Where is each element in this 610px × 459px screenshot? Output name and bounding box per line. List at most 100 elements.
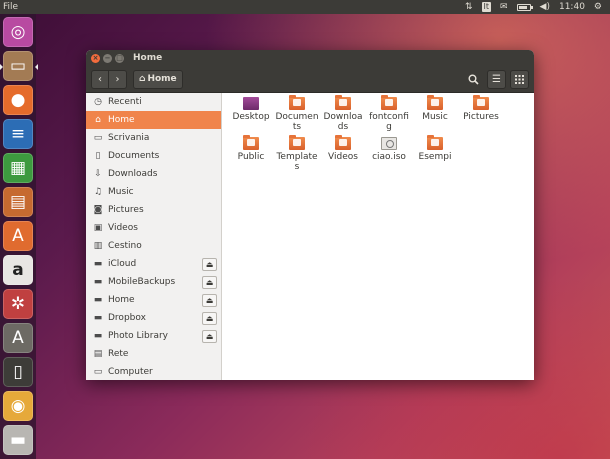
sidebar-item-recenti[interactable]: ◷ Recenti bbox=[86, 93, 221, 111]
title-bar[interactable]: × − □ Home bbox=[86, 50, 534, 66]
grid-icon bbox=[515, 74, 524, 84]
power-gear-icon[interactable]: ⚙ bbox=[594, 1, 602, 13]
file-item[interactable]: fontconfig bbox=[367, 95, 411, 132]
launcher-software-center-button[interactable]: A bbox=[3, 221, 33, 251]
forward-button[interactable]: › bbox=[109, 69, 127, 89]
launcher-ubuntu-logo-button[interactable]: ◎ bbox=[3, 17, 33, 47]
sidebar-item-icloud[interactable]: ▬ iCloud ⏏ bbox=[86, 255, 221, 273]
file-item[interactable]: Music bbox=[413, 95, 457, 122]
sidebar-item-documents[interactable]: ▯ Documents bbox=[86, 147, 221, 165]
launcher-files-button[interactable]: ▭ bbox=[0, 51, 38, 81]
breadcrumb-home[interactable]: ⌂ Home bbox=[133, 69, 183, 89]
drive-icon: ▬ bbox=[93, 277, 103, 287]
sidebar-item-label: Recenti bbox=[108, 97, 142, 107]
launcher-amazon-button[interactable]: a bbox=[3, 255, 33, 285]
file-item[interactable]: Public bbox=[229, 135, 273, 162]
clock[interactable]: 11:40 bbox=[559, 1, 585, 13]
eject-button[interactable]: ⏏ bbox=[202, 311, 217, 325]
file-item[interactable]: ciao.iso bbox=[367, 137, 411, 162]
mail-icon[interactable]: ✉ bbox=[500, 1, 508, 13]
sidebar-item-computer[interactable]: ▭ Computer bbox=[86, 363, 221, 380]
file-item[interactable]: Documents bbox=[275, 95, 319, 132]
eject-button[interactable]: ⏏ bbox=[202, 275, 217, 289]
writer-icon: ≡ bbox=[10, 123, 26, 144]
network-updown-icon[interactable]: ⇅ bbox=[465, 1, 473, 13]
sidebar-item-label: Rete bbox=[108, 349, 129, 359]
sidebar-item-label: Music bbox=[108, 187, 134, 197]
sidebar-item-dropbox[interactable]: ▬ Dropbox ⏏ bbox=[86, 309, 221, 327]
sidebar-item-label: Home bbox=[108, 295, 135, 305]
folder-icon bbox=[381, 95, 397, 110]
search-button[interactable] bbox=[464, 70, 483, 89]
software-center-icon: A bbox=[12, 225, 24, 246]
drive-icon: ▬ bbox=[93, 295, 103, 305]
indicator-area: ⇅ It ✉ ◀) 11:40 ⚙ bbox=[465, 0, 610, 14]
minimize-button[interactable]: − bbox=[103, 53, 112, 63]
eject-icon: ⏏ bbox=[205, 295, 214, 305]
launcher-updater-button[interactable]: A bbox=[3, 323, 33, 353]
close-button[interactable]: × bbox=[91, 53, 100, 63]
sidebar-item-label: MobileBackups bbox=[108, 277, 176, 287]
sidebar-item-cestino[interactable]: ▥ Cestino bbox=[86, 237, 221, 255]
sidebar-item-videos[interactable]: ▣ Videos bbox=[86, 219, 221, 237]
sidebar-item-mobilebackups[interactable]: ▬ MobileBackups ⏏ bbox=[86, 273, 221, 291]
file-item[interactable]: Templates bbox=[275, 135, 319, 172]
file-name: Esempi bbox=[418, 152, 452, 162]
launcher-impress-button[interactable]: ▤ bbox=[3, 187, 33, 217]
impress-icon: ▤ bbox=[9, 191, 27, 212]
sidebar-item-home[interactable]: ▬ Home ⏏ bbox=[86, 291, 221, 309]
file-name: Desktop bbox=[232, 112, 270, 122]
sidebar-item-pictures[interactable]: ◙ Pictures bbox=[86, 201, 221, 219]
launcher-calc-button[interactable]: ▦ bbox=[3, 153, 33, 183]
folder-icon: ▭ bbox=[93, 133, 103, 143]
file-name: ciao.iso bbox=[372, 152, 406, 162]
folder-icon bbox=[243, 97, 259, 110]
sidebar-item-photo-library[interactable]: ▬ Photo Library ⏏ bbox=[86, 327, 221, 345]
launcher-settings-button[interactable]: ✲ bbox=[3, 289, 33, 319]
launcher-disc-button[interactable]: ◉ bbox=[3, 391, 33, 421]
file-item[interactable]: Videos bbox=[321, 135, 365, 162]
volume-icon[interactable]: ◀) bbox=[540, 1, 550, 13]
sidebar-item-home[interactable]: ⌂ Home bbox=[86, 111, 221, 129]
file-item[interactable]: Desktop bbox=[229, 97, 273, 122]
list-view-button[interactable]: ☰ bbox=[487, 69, 506, 89]
file-item[interactable]: Esempi bbox=[413, 135, 457, 162]
eject-button[interactable]: ⏏ bbox=[202, 329, 217, 343]
eject-icon: ⏏ bbox=[205, 313, 214, 323]
sidebar-item-scrivania[interactable]: ▭ Scrivania bbox=[86, 129, 221, 147]
home-icon: ⌂ bbox=[95, 115, 101, 125]
eject-button[interactable]: ⏏ bbox=[202, 293, 217, 307]
calc-icon: ▦ bbox=[9, 157, 27, 178]
sidebar-item-label: Videos bbox=[108, 223, 138, 233]
file-manager-window: × − □ Home ‹ › ⌂ Home ☰ ◷ Recenti ⌂ Home ▭ Sc… bbox=[86, 50, 534, 380]
top-panel: File ⇅ It ✉ ◀) 11:40 ⚙ bbox=[0, 0, 610, 14]
disc-image-icon bbox=[381, 137, 397, 150]
file-name: Videos bbox=[328, 152, 358, 162]
toolbar: ‹ › ⌂ Home ☰ bbox=[86, 66, 534, 93]
camera-icon: ◙ bbox=[93, 205, 103, 215]
folder-icon bbox=[289, 135, 305, 150]
network-icon: ▤ bbox=[93, 349, 103, 359]
launcher-writer-button[interactable]: ≡ bbox=[3, 119, 33, 149]
drive-icon: ▬ bbox=[93, 259, 103, 269]
launcher-firefox-button[interactable]: ● bbox=[3, 85, 33, 115]
sidebar-item-rete[interactable]: ▤ Rete bbox=[86, 345, 221, 363]
eject-button[interactable]: ⏏ bbox=[202, 257, 217, 271]
back-button[interactable]: ‹ bbox=[91, 69, 109, 89]
battery-icon[interactable] bbox=[516, 1, 533, 13]
launcher: ◎ ▭ ● ≡ ▦ ▤ Aa ✲ A ▯ ◉ ▬ bbox=[0, 14, 38, 459]
keyboard-layout-indicator[interactable]: It bbox=[481, 2, 491, 12]
running-indicator bbox=[0, 64, 3, 70]
launcher-usb-button[interactable]: ▯ bbox=[3, 357, 33, 387]
sidebar-item-downloads[interactable]: ⇩ Downloads bbox=[86, 165, 221, 183]
maximize-button[interactable]: □ bbox=[115, 53, 124, 63]
menu-file[interactable]: File bbox=[0, 2, 18, 12]
file-item[interactable]: Downloads bbox=[321, 95, 365, 132]
file-name: Pictures bbox=[463, 112, 499, 122]
grid-view-button[interactable] bbox=[510, 69, 529, 89]
file-item[interactable]: Pictures bbox=[459, 95, 503, 122]
sidebar-item-music[interactable]: ♫ Music bbox=[86, 183, 221, 201]
eject-icon: ⏏ bbox=[205, 259, 214, 269]
launcher-drive-button[interactable]: ▬ bbox=[3, 425, 33, 455]
folder-icon bbox=[427, 135, 443, 150]
